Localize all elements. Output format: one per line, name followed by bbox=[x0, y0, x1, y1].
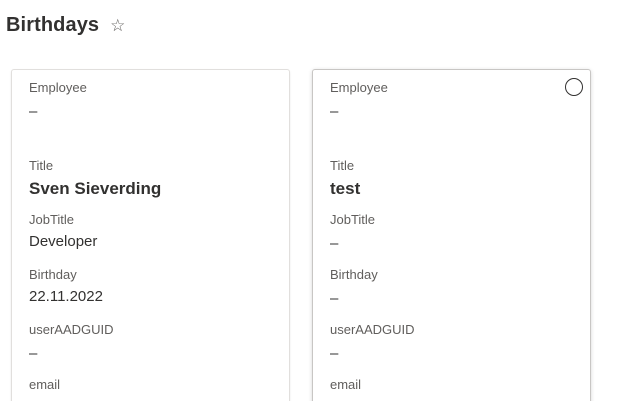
title-label: Title bbox=[29, 158, 54, 173]
useraadguid-value: – bbox=[29, 345, 38, 362]
page: Birthdays ☆ Employee – Title Sven Siever… bbox=[0, 0, 636, 401]
employee-label: Employee bbox=[29, 80, 87, 95]
title-field: Title Sven Sieverding bbox=[29, 158, 161, 199]
page-header: Birthdays ☆ bbox=[6, 12, 125, 38]
employee-field: Employee – bbox=[330, 80, 388, 122]
employee-field: Employee – bbox=[29, 80, 87, 122]
email-field: email bbox=[29, 377, 60, 393]
title-value: test bbox=[330, 179, 361, 198]
favorite-star-icon[interactable]: ☆ bbox=[110, 17, 125, 34]
email-label: email bbox=[330, 377, 362, 392]
employee-value: – bbox=[29, 103, 38, 120]
useraadguid-field: userAADGUID – bbox=[29, 322, 114, 364]
birthday-field: Birthday – bbox=[330, 267, 378, 309]
useraadguid-field: userAADGUID – bbox=[330, 322, 415, 364]
title-label: Title bbox=[330, 158, 355, 173]
email-label: email bbox=[29, 377, 61, 392]
useraadguid-label: userAADGUID bbox=[330, 322, 415, 337]
jobtitle-label: JobTitle bbox=[330, 212, 376, 227]
birthday-field: Birthday 22.11.2022 bbox=[29, 267, 103, 307]
birthday-label: Birthday bbox=[330, 267, 378, 282]
birthday-value: 22.11.2022 bbox=[29, 288, 103, 305]
jobtitle-label: JobTitle bbox=[29, 212, 75, 227]
email-field: email bbox=[330, 377, 361, 393]
title-value: Sven Sieverding bbox=[29, 179, 162, 198]
record-card[interactable]: Employee – Title test JobTitle – Birthda… bbox=[312, 69, 591, 401]
jobtitle-value: – bbox=[330, 235, 339, 252]
useraadguid-label: userAADGUID bbox=[29, 322, 114, 337]
jobtitle-field: JobTitle Developer bbox=[29, 212, 97, 252]
page-title: Birthdays bbox=[6, 13, 100, 36]
birthday-label: Birthday bbox=[29, 267, 77, 282]
jobtitle-field: JobTitle – bbox=[330, 212, 375, 254]
select-card-circle-icon[interactable] bbox=[565, 78, 583, 96]
employee-value: – bbox=[330, 103, 339, 120]
record-card[interactable]: Employee – Title Sven Sieverding JobTitl… bbox=[11, 69, 290, 401]
employee-label: Employee bbox=[330, 80, 388, 95]
jobtitle-value: Developer bbox=[29, 233, 98, 250]
title-field: Title test bbox=[330, 158, 360, 199]
useraadguid-value: – bbox=[330, 345, 339, 362]
birthday-value: – bbox=[330, 290, 339, 307]
